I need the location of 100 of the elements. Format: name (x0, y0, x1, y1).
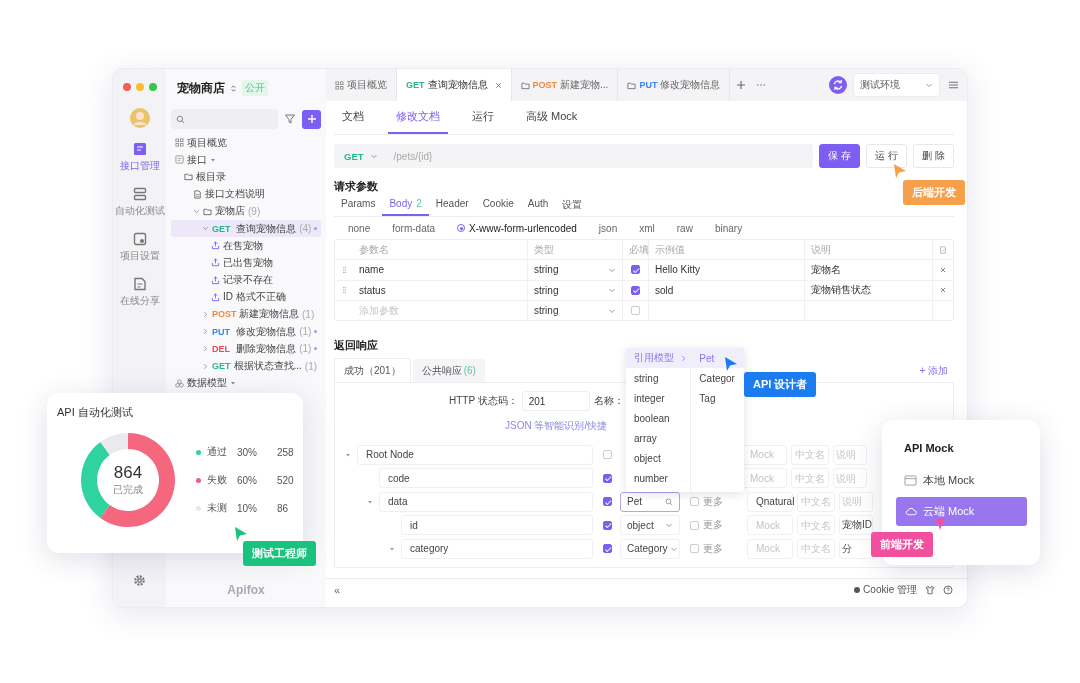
environment-select[interactable]: 测试环境 (853, 73, 940, 97)
body-type-option[interactable]: raw (676, 222, 693, 234)
tree-item[interactable]: GET 查询宠物信息 (4) (171, 219, 321, 238)
mock-input[interactable]: Mock (747, 515, 793, 536)
nav-item[interactable]: 自动化测试 (114, 187, 165, 218)
tree-item[interactable]: 记录不存在 (171, 271, 321, 289)
more-icon[interactable] (756, 83, 767, 87)
param-tab[interactable]: Header (428, 198, 476, 216)
action-button[interactable]: 运 行 (866, 144, 907, 168)
maximize-button[interactable] (148, 83, 157, 91)
mock-option[interactable]: 本地 Mock (896, 466, 1027, 495)
body-type-option[interactable]: binary (714, 222, 743, 234)
add-link[interactable]: + 添加 (919, 363, 948, 378)
project-name[interactable]: 宠物商店 (177, 79, 225, 97)
action-button[interactable]: 保 存 (819, 144, 860, 168)
description-input[interactable]: 宠物ID (839, 515, 873, 536)
type-select[interactable]: string (528, 280, 623, 300)
action-button[interactable]: 删 除 (913, 144, 954, 168)
minimize-button[interactable] (135, 83, 144, 91)
required-checkbox[interactable] (603, 450, 612, 460)
required-checkbox[interactable] (631, 285, 640, 295)
example-value-cell[interactable]: sold (649, 280, 805, 300)
chevron-right-icon[interactable] (202, 310, 209, 318)
param-name-cell[interactable]: status (353, 280, 528, 300)
add-button[interactable] (302, 109, 321, 129)
shirt-icon[interactable] (925, 585, 935, 595)
tree-item[interactable]: 项目概览 (171, 134, 321, 152)
menu-item[interactable]: number (626, 468, 691, 488)
required-checkbox[interactable] (631, 265, 640, 275)
avatar-icon[interactable] (129, 108, 150, 128)
editor-tab[interactable]: POST 新建宠物... (511, 69, 619, 101)
field-name-input[interactable]: id (401, 515, 593, 536)
nullable-checkbox[interactable] (690, 520, 699, 530)
required-checkbox[interactable] (603, 544, 612, 554)
tree-item[interactable]: 已出售宠物 (171, 254, 321, 272)
close-icon[interactable] (494, 81, 502, 89)
tree-item[interactable]: 数据模型 (171, 374, 321, 392)
close-icon[interactable] (939, 286, 947, 295)
sync-icon[interactable] (829, 76, 847, 94)
body-type-option[interactable]: json (598, 222, 618, 234)
nullable-checkbox[interactable] (690, 497, 699, 507)
mock-input[interactable]: Mock (747, 538, 793, 559)
doc-tab[interactable]: 运行 (464, 101, 502, 134)
required-checkbox[interactable] (603, 497, 612, 507)
tree-item[interactable]: DEL 删除宠物信息 (1) (171, 340, 321, 358)
search-field[interactable] (171, 109, 278, 129)
mock-input[interactable]: Mock (741, 468, 787, 489)
body-type-option[interactable]: form-data (392, 222, 436, 234)
help-icon[interactable] (943, 585, 953, 595)
type-select[interactable]: Category (620, 538, 680, 559)
menu-item[interactable]: array (626, 428, 691, 448)
tree-item[interactable]: PUT 修改宠物信息 (1) (171, 323, 321, 341)
chevron-down-icon[interactable] (202, 225, 209, 233)
tree-item[interactable]: ID 格式不正确 (171, 288, 321, 306)
field-name-input[interactable]: data (379, 491, 593, 512)
mock-input[interactable]: Qnatural (747, 491, 793, 512)
field-name-input[interactable]: Root Node (357, 444, 593, 465)
drag-handle-icon[interactable] (341, 286, 347, 295)
collapse-button[interactable]: « (334, 584, 341, 596)
doc-tab[interactable]: 文档 (334, 101, 372, 134)
type-select[interactable]: string (528, 300, 623, 321)
edit-icon[interactable] (939, 245, 947, 254)
tree-item[interactable]: 在售宠物 (171, 237, 321, 255)
field-name-input[interactable]: code (379, 468, 593, 489)
body-type-option[interactable]: xml (639, 222, 655, 234)
nullable-checkbox[interactable] (690, 544, 699, 554)
menu-item[interactable]: integer (626, 388, 691, 408)
param-name-cell[interactable]: name (353, 260, 528, 280)
menu-icon[interactable] (948, 80, 959, 90)
menu-item[interactable]: Tag (691, 388, 744, 408)
caret-icon[interactable] (367, 498, 373, 505)
chevron-right-icon[interactable] (202, 328, 209, 336)
tree-item[interactable]: 接口 (171, 151, 321, 169)
caret-icon[interactable] (345, 451, 351, 458)
description-input[interactable]: 分 (839, 538, 873, 559)
field-name-input[interactable]: category (401, 538, 593, 559)
menu-item[interactable]: string (626, 368, 691, 388)
chevron-right-icon[interactable] (202, 362, 209, 370)
type-select[interactable]: string (528, 260, 623, 280)
sort-icon[interactable] (230, 83, 237, 93)
body-type-option[interactable]: none (348, 222, 371, 234)
tree-item[interactable]: 宠物店 (9) (171, 202, 321, 220)
nav-item[interactable]: 接口管理 (114, 142, 165, 173)
status-code-input[interactable]: 201 (521, 391, 590, 412)
response-tab[interactable]: 成功（201） (334, 358, 411, 383)
editor-tab[interactable]: GET 查询宠物信息 (397, 69, 512, 101)
caret-icon[interactable] (389, 545, 395, 552)
param-tab[interactable]: Params (334, 198, 383, 216)
menu-item[interactable]: object (626, 448, 691, 468)
response-tab[interactable]: 公共响应 (6) (412, 359, 485, 383)
doc-tab[interactable]: 高级 Mock (518, 101, 586, 134)
menu-item[interactable]: boolean (626, 408, 691, 428)
tree-item[interactable]: 根目录 (171, 168, 321, 186)
param-tab[interactable]: Cookie (475, 198, 521, 216)
tree-item[interactable]: GET 根据状态查找... (1) (171, 357, 321, 375)
example-value-cell[interactable]: Hello Kitty (649, 260, 805, 280)
required-checkbox[interactable] (603, 473, 612, 483)
param-tab[interactable]: 设置 (555, 198, 590, 216)
chevron-down-icon[interactable] (193, 207, 200, 215)
plus-icon[interactable] (736, 80, 747, 90)
